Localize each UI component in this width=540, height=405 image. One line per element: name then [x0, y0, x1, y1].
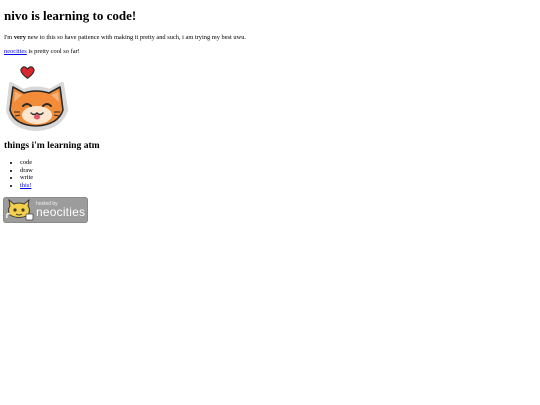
learning-heading: things i'm learning atm: [4, 140, 100, 151]
neocities-note: neocities is pretty cool so far!: [4, 47, 80, 56]
list-item: draw: [20, 167, 33, 175]
intro-text: I'm very new to this so have patience wi…: [4, 33, 246, 42]
heart-icon: [20, 66, 35, 80]
intro-after: new to this so have patience with making…: [25, 34, 247, 41]
cat-face-icon: [6, 82, 68, 131]
hosted-by-neocities-badge[interactable]: hosted by neocities: [3, 197, 88, 223]
list-item: this!: [20, 182, 33, 190]
intro-emphasis: very: [13, 34, 26, 41]
badge-big-text: neocities: [36, 205, 86, 219]
page-title: nivo is learning to code!: [4, 8, 137, 23]
list-item: write: [20, 174, 33, 182]
neocities-cat-icon: [6, 198, 34, 221]
note-text: is pretty cool so far!: [26, 48, 80, 55]
learning-list: code draw write this!: [8, 159, 33, 190]
page: nivo is learning to code! I'm very new t…: [0, 0, 540, 405]
list-item: code: [20, 159, 33, 167]
this-link[interactable]: this!: [20, 182, 31, 189]
neocities-link[interactable]: neocities: [4, 48, 27, 55]
intro-before: I'm: [4, 34, 14, 41]
